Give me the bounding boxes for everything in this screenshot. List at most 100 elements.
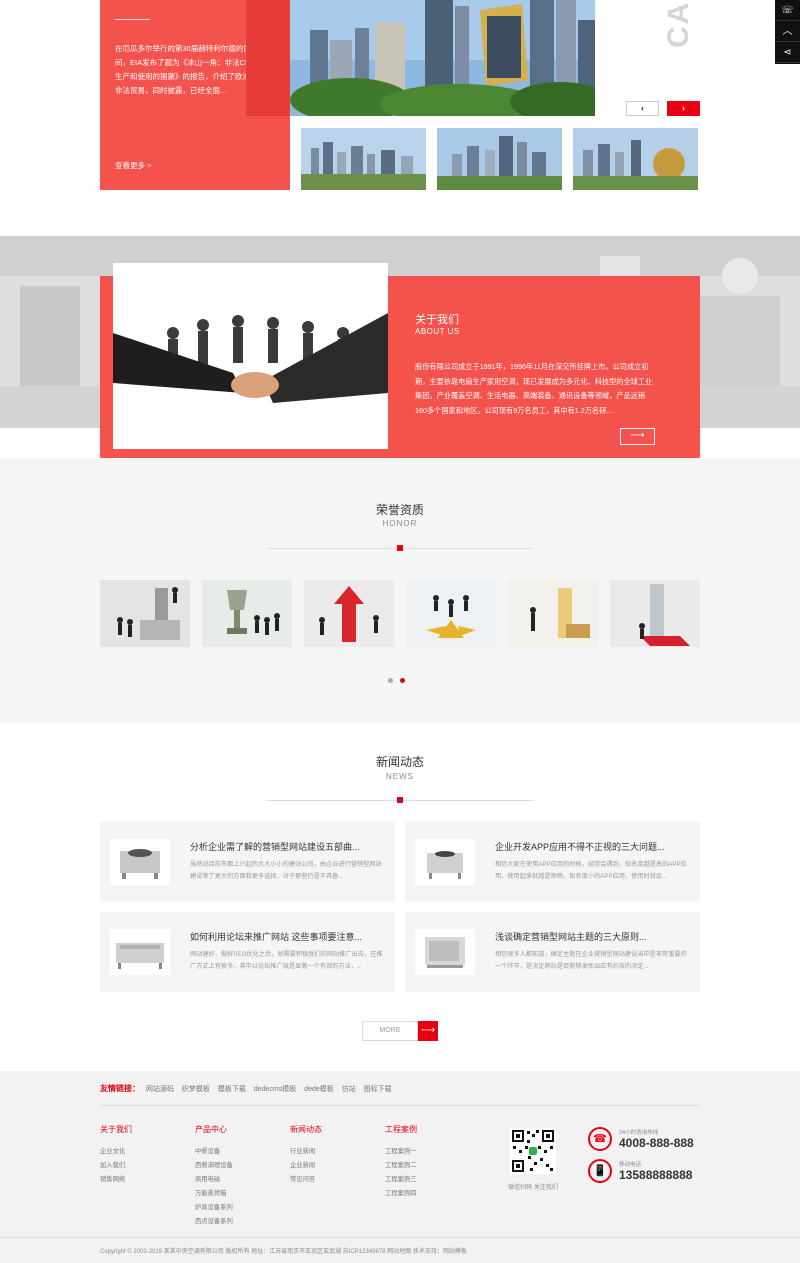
divider-dot — [397, 545, 403, 551]
mobile-phone-icon: 📱 — [588, 1159, 612, 1183]
news-card[interactable]: 企业开发APP应用不得不正视的三大问题... 相信大家在使用APP应用的时候，经… — [405, 822, 700, 902]
divider — [100, 1105, 700, 1106]
news-thumbnail — [110, 929, 170, 975]
side-toolbar: ☏ ︿ ⋖ — [775, 0, 800, 64]
footer-column-heading[interactable]: 工程案例 — [385, 1124, 475, 1135]
about-section: 关于我们 ABOUT US 股份有限公司成立于1991年，1996年11月在深交… — [0, 236, 800, 460]
news-card[interactable]: 如何利用论坛来推广网站 这些事项要注意... 网站建好、做好SEO优化之后，就需… — [100, 912, 395, 992]
footer-link[interactable]: 常见问答 — [290, 1173, 380, 1187]
footer-link[interactable]: 中餐设备 — [195, 1145, 285, 1159]
news-item-summary: 相信很多人都知道，确定主题在企业营销型网站建设当中是非常重要的一个环节，是决定网… — [495, 951, 687, 970]
friend-link[interactable]: 图标下载 — [364, 1086, 392, 1093]
case-more-link[interactable]: 查看更多 > — [115, 160, 151, 171]
news-section: 新闻动态 NEWS 分析企业需了解的营销型网站建设五部曲... 虽然说目前市面上… — [0, 722, 800, 1071]
carousel-dot-active[interactable] — [400, 678, 405, 683]
about-description: 股份有限公司成立于1991年，1996年11月在深交所挂牌上市。公司成立初期，主… — [415, 362, 653, 415]
news-thumbnail — [110, 839, 170, 885]
back-to-top-icon[interactable]: ︿ — [775, 21, 800, 42]
news-thumbnail — [415, 929, 475, 975]
case-prev-button[interactable]: ‹ — [626, 101, 659, 116]
honor-image[interactable] — [100, 580, 190, 647]
friend-link[interactable]: dede模板 — [304, 1086, 334, 1093]
honor-image[interactable] — [304, 580, 394, 647]
wechat-qr-code — [510, 1128, 556, 1174]
hotline-block: ☎ 24小时咨询热线 4008-888-888 — [588, 1127, 708, 1155]
about-more-button[interactable]: ⟶ — [620, 428, 655, 445]
footer-link[interactable]: 万能蒸烤箱 — [195, 1187, 285, 1201]
share-icon[interactable]: ⋖ — [775, 42, 800, 63]
hotline-number[interactable]: 4008-888-888 — [619, 1136, 694, 1150]
case-main-image[interactable] — [290, 0, 595, 116]
mobile-label: 移动电话 — [619, 1162, 642, 1168]
honor-subtitle: HONOR — [382, 519, 418, 528]
case-accent-block — [246, 0, 290, 116]
about-title: 关于我们 — [415, 314, 459, 326]
phone-icon[interactable]: ☏ — [775, 0, 800, 21]
news-item-title[interactable]: 企业开发APP应用不得不正视的三大问题... — [495, 840, 690, 853]
news-card[interactable]: 浅谈确定营销型网站主题的三大原则... 相信很多人都知道，确定主题在企业营销型网… — [405, 912, 700, 992]
footer-link[interactable]: 工程案例四 — [385, 1187, 475, 1201]
footer-link[interactable]: 企业文化 — [100, 1145, 190, 1159]
friend-links-label: 友情链接： — [100, 1084, 140, 1093]
divider — [115, 19, 150, 20]
friend-link[interactable]: dedecms模板 — [254, 1086, 296, 1093]
news-item-summary: 网站建好、做好SEO优化之后，就需要积极我们的网站推广出去，在推广方式上有很多，… — [190, 951, 383, 970]
footer-column-news: 新闻动态 行业新闻 企业新闻 常见问答 — [290, 1124, 380, 1187]
divider-dot — [397, 797, 403, 803]
honor-image[interactable] — [406, 580, 496, 647]
honor-image[interactable] — [508, 580, 598, 647]
news-item-summary: 虽然说目前市面上兴起的大大小小的建站公司，由企业进行营销型网站建设等了更大的方面… — [190, 861, 382, 880]
handshake-image — [113, 263, 388, 449]
news-item-title[interactable]: 分析企业需了解的营销型网站建设五部曲... — [190, 840, 385, 853]
friend-link[interactable]: 模板下载 — [218, 1086, 246, 1093]
friend-link[interactable]: 仿站 — [342, 1086, 356, 1093]
footer-link[interactable]: 商用电磁 — [195, 1173, 285, 1187]
news-title: 新闻动态 — [375, 755, 424, 769]
friend-link[interactable]: 织梦模板 — [182, 1086, 210, 1093]
news-subtitle: NEWS — [386, 772, 414, 781]
mobile-block: 📱 移动电话 13588888888 — [588, 1159, 708, 1187]
footer-column-cases: 工程案例 工程案例一 工程案例二 工程案例三 工程案例四 — [385, 1124, 475, 1201]
footer-link[interactable]: 工程案例二 — [385, 1159, 475, 1173]
footer-link[interactable]: 销售网络 — [100, 1173, 190, 1187]
friend-link[interactable]: 网站源码 — [146, 1086, 174, 1093]
honor-image[interactable] — [610, 580, 700, 647]
mobile-number[interactable]: 13588888888 — [619, 1168, 692, 1182]
honor-section: 荣誉资质 HONOR — [0, 458, 800, 722]
footer-link[interactable]: 工程案例三 — [385, 1173, 475, 1187]
news-thumbnail — [415, 839, 475, 885]
footer-link[interactable]: 西点设备系列 — [195, 1215, 285, 1229]
footer-column-heading[interactable]: 新闻动态 — [290, 1124, 380, 1135]
news-item-title[interactable]: 如何利用论坛来推广网站 这些事项要注意... — [190, 930, 385, 943]
carousel-dot[interactable] — [388, 678, 393, 683]
phone-icon: ☎ — [588, 1127, 612, 1151]
footer-link[interactable]: 加入我们 — [100, 1159, 190, 1173]
case-next-button[interactable]: › — [667, 101, 700, 116]
arrow-right-icon: ⟶ — [418, 1021, 438, 1041]
copyright-bar: Copyright © 2002-2019 某某中央空调有限公司 版权所有 地址… — [0, 1237, 800, 1263]
copyright-text: Copyright © 2002-2019 某某中央空调有限公司 版权所有 地址… — [100, 1249, 467, 1255]
case-thumbnail[interactable] — [573, 128, 698, 190]
case-vertical-heading: CAS — [662, 0, 695, 48]
news-item-summary: 相信大家在使用APP应用的时候，经常会遇到，知名度越是高的APP应用，使用起来就… — [495, 861, 687, 880]
hotline-label: 24小时咨询热线 — [619, 1130, 659, 1136]
qr-caption: 微信扫码 关注我们 — [508, 1185, 558, 1191]
footer-column-heading[interactable]: 产品中心 — [195, 1124, 285, 1135]
footer-link[interactable]: 行业新闻 — [290, 1145, 380, 1159]
footer: 友情链接： 网站源码 织梦模板 模板下载 dedecms模板 dede模板 仿站… — [0, 1071, 800, 1263]
footer-link[interactable]: 工程案例一 — [385, 1145, 475, 1159]
footer-link[interactable]: 西餐调理设备 — [195, 1159, 285, 1173]
honor-image[interactable] — [202, 580, 292, 647]
case-thumbnail[interactable] — [301, 128, 426, 190]
news-more-button[interactable]: MORE ⟶ — [362, 1021, 438, 1041]
news-card[interactable]: 分析企业需了解的营销型网站建设五部曲... 虽然说目前市面上兴起的大大小小的建站… — [100, 822, 395, 902]
case-thumbnail[interactable] — [437, 128, 562, 190]
friend-links: 友情链接： 网站源码 织梦模板 模板下载 dedecms模板 dede模板 仿站… — [100, 1083, 398, 1094]
footer-link[interactable]: 炉具设备系列 — [195, 1201, 285, 1215]
about-card: 关于我们 ABOUT US 股份有限公司成立于1991年，1996年11月在深交… — [100, 263, 700, 460]
footer-link[interactable]: 企业新闻 — [290, 1159, 380, 1173]
footer-column-products: 产品中心 中餐设备 西餐调理设备 商用电磁 万能蒸烤箱 炉具设备系列 西点设备系… — [195, 1124, 285, 1229]
footer-column-heading[interactable]: 关于我们 — [100, 1124, 190, 1135]
footer-column-about: 关于我们 企业文化 加入我们 销售网络 — [100, 1124, 190, 1187]
news-item-title[interactable]: 浅谈确定营销型网站主题的三大原则... — [495, 930, 690, 943]
